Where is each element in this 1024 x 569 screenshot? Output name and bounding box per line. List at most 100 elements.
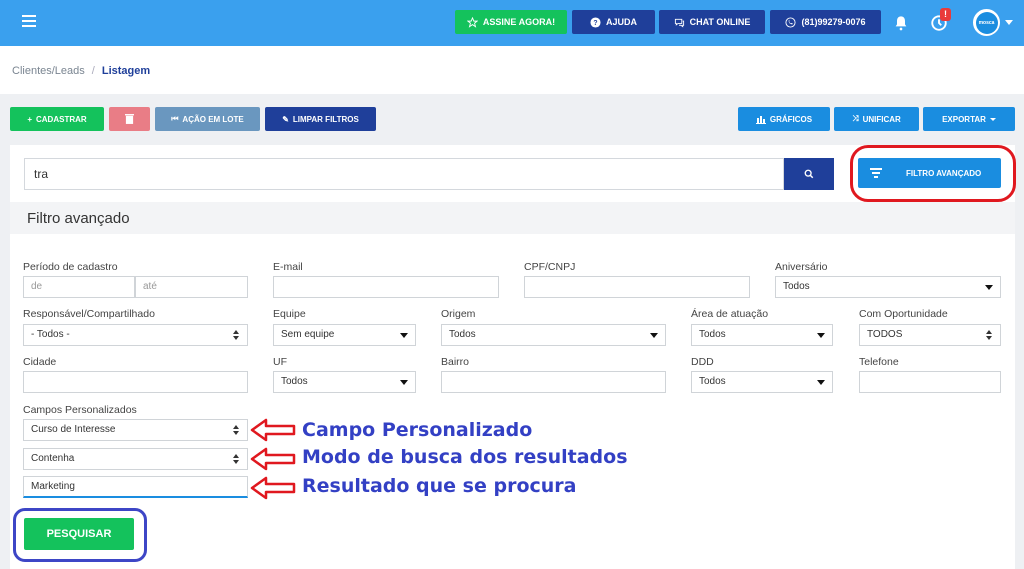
shuffle-icon: ⤨ — [852, 114, 859, 123]
dropdown-arrow-icon — [400, 333, 408, 338]
oportunidade-label: Com Oportunidade — [859, 308, 948, 320]
annotation-arrow-2 — [250, 447, 296, 471]
periodo-ate-input[interactable]: até — [135, 276, 248, 298]
updown-arrow-icon — [233, 330, 239, 341]
chat-online-button[interactable]: CHAT ONLINE — [659, 10, 765, 34]
uf-select[interactable]: Todos — [273, 371, 416, 393]
resultado-input[interactable]: Marketing — [23, 476, 248, 498]
bairro-field[interactable] — [441, 371, 666, 393]
telefone-label: Telefone — [859, 356, 899, 368]
ajuda-button[interactable]: ? AJUDA — [572, 10, 655, 34]
breadcrumb: Clientes/Leads / Listagem — [12, 65, 150, 77]
trash-icon — [125, 114, 134, 124]
uf-value: Todos — [281, 376, 308, 387]
dropdown-arrow-icon — [400, 380, 408, 385]
breadcrumb-bar: Clientes/Leads / Listagem — [0, 46, 1024, 94]
equipe-label: Equipe — [273, 308, 306, 320]
area-value: Todos — [699, 329, 726, 340]
dropdown-arrow-icon — [985, 285, 993, 290]
updown-arrow-icon — [233, 425, 239, 436]
chevron-down-icon[interactable] — [1005, 20, 1013, 25]
responsavel-label: Responsável/Compartilhado — [23, 308, 155, 320]
origem-value: Todos — [449, 329, 476, 340]
unificar-button[interactable]: ⤨ UNIFICAR — [834, 107, 919, 131]
assine-agora-button[interactable]: ASSINE AGORA! — [455, 10, 567, 34]
unificar-label: UNIFICAR — [862, 114, 901, 124]
bar-chart-icon — [755, 115, 766, 124]
cidade-field[interactable] — [23, 371, 248, 393]
area-select[interactable]: Todos — [691, 324, 833, 346]
annotation-modo-busca: Modo de busca dos resultados — [302, 446, 628, 468]
breadcrumb-parent[interactable]: Clientes/Leads — [12, 65, 85, 77]
annotation-campo-personalizado: Campo Personalizado — [302, 419, 533, 441]
campo-personalizado-select[interactable]: Curso de Interesse — [23, 419, 248, 441]
lote-icon: ⏮ — [171, 114, 179, 123]
aniversario-label: Aniversário — [775, 261, 828, 273]
email-label: E-mail — [273, 261, 303, 273]
oportunidade-select[interactable]: TODOS — [859, 324, 1001, 346]
cadastrar-button[interactable]: + CADASTRAR — [10, 107, 104, 131]
periodo-label: Período de cadastro — [23, 261, 118, 273]
area-label: Área de atuação — [691, 308, 769, 320]
origem-label: Origem — [441, 308, 476, 320]
cpf-field[interactable] — [524, 276, 750, 298]
telefone-field[interactable] — [859, 371, 1001, 393]
annotation-circle-filtro — [850, 145, 1016, 202]
aniversario-select[interactable]: Todos — [775, 276, 1001, 298]
annotation-arrow-3 — [250, 476, 296, 500]
uf-label: UF — [273, 356, 287, 368]
bell-icon[interactable] — [893, 14, 909, 32]
avatar[interactable]: mosca — [973, 9, 1000, 36]
advanced-filter-header — [10, 202, 1015, 234]
modo-busca-select[interactable]: Contenha — [23, 448, 248, 470]
assine-agora-label: ASSINE AGORA! — [482, 17, 556, 27]
phone-number: (81)99279-0076 — [801, 17, 866, 27]
breadcrumb-separator: / — [91, 65, 95, 77]
modo-busca-value: Contenha — [31, 453, 75, 464]
whatsapp-icon — [785, 16, 797, 28]
search-button[interactable] — [784, 158, 834, 190]
oportunidade-value: TODOS — [867, 329, 903, 340]
caret-down-icon — [989, 117, 996, 121]
cpf-label: CPF/CNPJ — [524, 261, 576, 273]
top-navbar: ASSINE AGORA! ? AJUDA CHAT ONLINE (81)99… — [0, 0, 1024, 46]
ddd-value: Todos — [699, 376, 726, 387]
chat-icon — [674, 18, 684, 28]
dropdown-arrow-icon — [817, 333, 825, 338]
advanced-filter-title: Filtro avançado — [27, 210, 130, 227]
ddd-select[interactable]: Todos — [691, 371, 833, 393]
campos-personalizados-label: Campos Personalizados — [23, 404, 137, 416]
cidade-label: Cidade — [23, 356, 57, 368]
periodo-de-input[interactable]: de — [23, 276, 135, 298]
campo-personalizado-value: Curso de Interesse — [31, 424, 116, 435]
email-field[interactable] — [273, 276, 499, 298]
responsavel-value: - Todos - — [31, 329, 70, 340]
graficos-button[interactable]: GRÁFICOS — [738, 107, 830, 131]
graficos-label: GRÁFICOS — [769, 114, 813, 124]
whatsapp-phone-button[interactable]: (81)99279-0076 — [770, 10, 881, 34]
menu-icon[interactable] — [22, 15, 36, 27]
plus-icon: + — [27, 114, 32, 124]
search-input[interactable]: tra — [24, 158, 784, 190]
acao-em-lote-button[interactable]: ⏮ AÇÃO EM LOTE — [155, 107, 260, 131]
cadastrar-label: CADASTRAR — [36, 114, 87, 124]
star-icon — [466, 16, 478, 28]
breadcrumb-current: Listagem — [101, 65, 151, 77]
exportar-button[interactable]: EXPORTAR — [923, 107, 1015, 131]
svg-text:?: ? — [593, 19, 597, 26]
exportar-label: EXPORTAR — [942, 114, 986, 124]
updown-arrow-icon — [233, 454, 239, 465]
delete-button[interactable] — [109, 107, 150, 131]
equipe-select[interactable]: Sem equipe — [273, 324, 416, 346]
responsavel-select[interactable]: - Todos - — [23, 324, 248, 346]
avatar-logo: mosca — [975, 11, 998, 34]
annotation-circle-pesquisar — [13, 508, 147, 562]
annotation-arrow-1 — [250, 418, 296, 442]
ajuda-label: AJUDA — [605, 17, 637, 27]
acao-em-lote-label: AÇÃO EM LOTE — [182, 114, 244, 124]
search-icon — [804, 169, 814, 179]
aniversario-value: Todos — [783, 281, 810, 292]
question-icon: ? — [590, 16, 601, 28]
limpar-filtros-button[interactable]: ✎ LIMPAR FILTROS — [265, 107, 376, 131]
origem-select[interactable]: Todos — [441, 324, 666, 346]
